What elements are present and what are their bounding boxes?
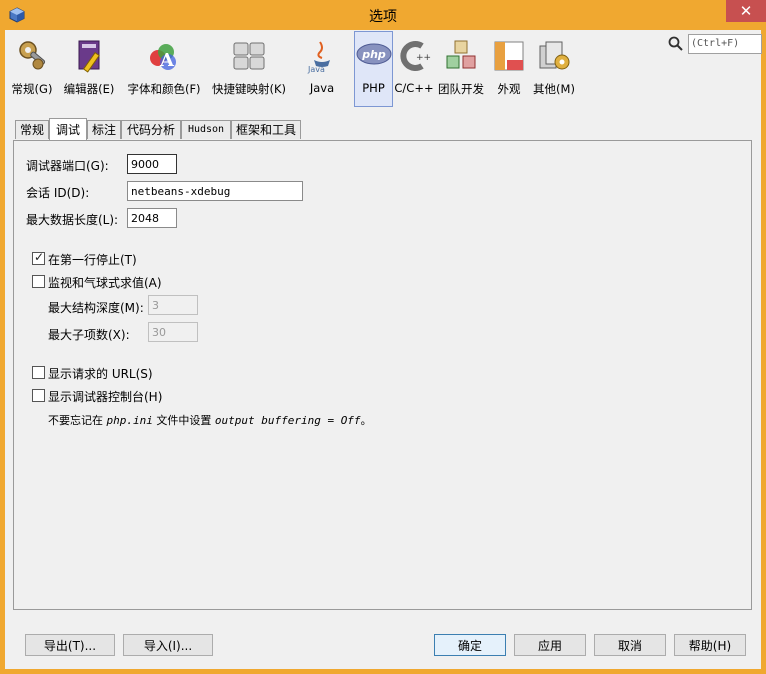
tab-debugging[interactable]: 调试 (49, 118, 87, 140)
show-console-label: 显示调试器控制台(H) (48, 390, 163, 404)
editor-book-icon (78, 40, 100, 73)
category-label: 外观 (497, 82, 521, 96)
session-id-input[interactable]: netbeans-xdebug (127, 181, 303, 201)
debugger-port-label: 调试器端口(G): (26, 159, 109, 173)
close-button[interactable]: ✕ (726, 0, 766, 22)
session-id-label: 会话 ID(D): (26, 186, 90, 200)
tab-hudson[interactable]: Hudson (181, 120, 231, 139)
max-data-length-label: 最大数据长度(L): (26, 213, 119, 227)
check-icon: ✓ (34, 250, 45, 264)
cancel-button[interactable]: 取消 (594, 634, 666, 656)
quick-search: (Ctrl+F) (668, 34, 762, 54)
import-button[interactable]: 导入(I)... (123, 634, 213, 656)
tab-frameworks-tools[interactable]: 框架和工具 (231, 120, 301, 139)
cpp-icon: ++ (400, 41, 431, 71)
show-url-label: 显示请求的 URL(S) (48, 367, 153, 381)
options-window: 选项 ✕ 常规(G) 编辑器(E) A 字体和颜色(F) 快捷键映射(K) Ja… (0, 0, 766, 674)
php-icon: php (356, 43, 391, 65)
category-label: C/C++ (394, 81, 434, 95)
svg-text:Java: Java (307, 65, 325, 74)
debugging-panel: 调试器端口(G): 9000 会话 ID(D): netbeans-xdebug… (13, 140, 752, 610)
category-cpp[interactable]: ++ C/C++ (394, 32, 434, 106)
apply-button[interactable]: 应用 (514, 634, 586, 656)
category-label: PHP (362, 81, 385, 95)
category-label: 编辑器(E) (63, 82, 115, 96)
export-button[interactable]: 导出(T)... (25, 634, 115, 656)
category-label: Java (309, 81, 335, 95)
category-appearance[interactable]: 外观 (489, 32, 529, 106)
font-color-icon: A (150, 44, 176, 71)
stop-first-line-label: 在第一行停止(T) (48, 253, 137, 267)
appearance-icon (494, 41, 524, 71)
max-data-length-input[interactable]: 2048 (127, 208, 177, 228)
category-editor[interactable]: 编辑器(E) (58, 32, 120, 106)
category-label: 快捷键映射(K) (211, 82, 286, 96)
title-bar[interactable]: 选项 ✕ (0, 0, 766, 30)
category-label: 其他(M) (533, 82, 575, 96)
gear-wrench-icon (19, 41, 46, 70)
note-prefix: 不要忘记在 (48, 414, 107, 427)
svg-text:++: ++ (416, 53, 431, 63)
note-setting: output buffering = Off (214, 414, 361, 427)
tab-code-analysis[interactable]: 代码分析 (121, 120, 181, 139)
category-php[interactable]: php PHP (354, 31, 393, 107)
category-label: 字体和颜色(F) (127, 82, 201, 96)
category-fonts-colors[interactable]: A 字体和颜色(F) (122, 32, 206, 106)
client-area: 常规(G) 编辑器(E) A 字体和颜色(F) 快捷键映射(K) Java Ja… (5, 30, 762, 669)
team-blocks-icon (446, 40, 476, 69)
output-buffering-note: 不要忘记在 php.ini 文件中设置 output buffering = O… (48, 412, 372, 428)
category-toolbar: 常规(G) 编辑器(E) A 字体和颜色(F) 快捷键映射(K) Java Ja… (5, 30, 762, 110)
watch-eval-checkbox[interactable] (32, 275, 45, 288)
max-struct-depth-input[interactable]: 3 (148, 295, 198, 315)
search-icon (668, 36, 683, 51)
note-middle: 文件中设置 (152, 414, 215, 427)
show-url-checkbox[interactable] (32, 366, 45, 379)
help-button[interactable]: 帮助(H) (674, 634, 746, 656)
stop-first-line-checkbox[interactable]: ✓ (32, 250, 45, 265)
close-icon: ✕ (739, 2, 753, 20)
category-label: 团队开发 (438, 82, 484, 96)
search-input[interactable]: (Ctrl+F) (688, 34, 762, 54)
debugger-port-input[interactable]: 9000 (127, 154, 177, 174)
max-struct-depth-label: 最大结构深度(M): (48, 301, 144, 315)
java-icon: Java (307, 41, 330, 74)
max-children-label: 最大子项数(X): (48, 328, 130, 342)
note-suffix: 。 (360, 414, 372, 427)
tab-general[interactable]: 常规 (15, 120, 49, 139)
max-children-input[interactable]: 30 (148, 322, 198, 342)
category-general[interactable]: 常规(G) (8, 32, 56, 106)
svg-text:php: php (361, 48, 386, 61)
category-keymap[interactable]: 快捷键映射(K) (208, 32, 290, 106)
svg-text:A: A (159, 50, 175, 71)
show-console-checkbox[interactable] (32, 389, 45, 402)
category-team[interactable]: 团队开发 (435, 32, 487, 106)
category-java[interactable]: Java Java (293, 32, 351, 106)
watch-eval-label: 监视和气球式求值(A) (48, 276, 162, 290)
category-label: 常规(G) (11, 82, 53, 96)
window-title: 选项 (369, 9, 397, 25)
tab-annotations[interactable]: 标注 (87, 120, 121, 139)
misc-icon (539, 41, 570, 70)
category-misc[interactable]: 其他(M) (529, 32, 579, 106)
keyboard-icon (233, 42, 265, 70)
ok-button[interactable]: 确定 (434, 634, 506, 656)
note-file: php.ini (106, 414, 153, 427)
